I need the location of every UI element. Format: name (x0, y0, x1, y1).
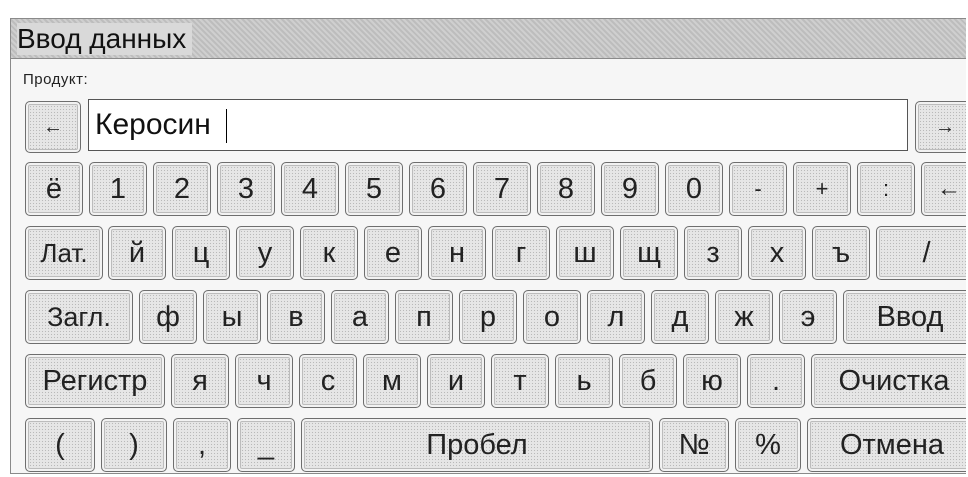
key-6[interactable]: 6 (409, 162, 467, 216)
cursor-right-button[interactable]: → (915, 101, 966, 153)
key-soft-sign[interactable]: ь (555, 354, 613, 408)
caps-button[interactable]: Загл. (25, 290, 133, 344)
space-button[interactable]: Пробел (301, 418, 653, 472)
key-comma[interactable]: , (173, 418, 231, 472)
cursor-left-button[interactable]: ← (25, 101, 81, 153)
key-g[interactable]: г (492, 226, 550, 280)
cancel-button[interactable]: Отмена (807, 418, 966, 472)
key-ye[interactable]: е (364, 226, 422, 280)
key-a[interactable]: а (331, 290, 389, 344)
key-yo[interactable]: ё (25, 162, 83, 216)
key-b[interactable]: б (619, 354, 677, 408)
clear-button[interactable]: Очистка (811, 354, 966, 408)
key-minus[interactable]: - (729, 162, 787, 216)
window-title: Ввод данных (17, 23, 193, 55)
key-s[interactable]: с (299, 354, 357, 408)
key-hard-sign[interactable]: ъ (812, 226, 870, 280)
key-2[interactable]: 2 (153, 162, 211, 216)
backspace-arrow-icon: ← (937, 175, 961, 202)
key-4[interactable]: 4 (281, 162, 339, 216)
key-sh[interactable]: ш (556, 226, 614, 280)
key-5[interactable]: 5 (345, 162, 403, 216)
shift-button[interactable]: Регистр (25, 354, 165, 408)
key-v[interactable]: в (267, 290, 325, 344)
key-8[interactable]: 8 (537, 162, 595, 216)
key-7[interactable]: 7 (473, 162, 531, 216)
key-ts[interactable]: ц (172, 226, 230, 280)
key-1[interactable]: 1 (89, 162, 147, 216)
key-kh[interactable]: х (748, 226, 806, 280)
key-m[interactable]: м (363, 354, 421, 408)
key-shch[interactable]: щ (620, 226, 678, 280)
key-f[interactable]: ф (139, 290, 197, 344)
key-ya[interactable]: я (171, 354, 229, 408)
key-d[interactable]: д (651, 290, 709, 344)
data-entry-window: Ввод данных Продукт: ← → ё 1 2 3 4 5 6 7… (10, 18, 966, 474)
key-ch[interactable]: ч (235, 354, 293, 408)
key-yu[interactable]: ю (683, 354, 741, 408)
backspace-button[interactable]: ← (921, 162, 966, 216)
latin-layout-button[interactable]: Лат. (25, 226, 103, 280)
key-u[interactable]: у (236, 226, 294, 280)
key-plus[interactable]: + (793, 162, 851, 216)
key-i-short[interactable]: й (108, 226, 166, 280)
key-9[interactable]: 9 (601, 162, 659, 216)
key-3[interactable]: 3 (217, 162, 275, 216)
key-p[interactable]: п (395, 290, 453, 344)
key-numero[interactable]: № (659, 418, 729, 472)
key-o[interactable]: о (523, 290, 581, 344)
arrow-left-icon: ← (43, 115, 63, 138)
product-input[interactable] (88, 99, 908, 151)
enter-button[interactable]: Ввод (843, 290, 966, 344)
key-y[interactable]: ы (203, 290, 261, 344)
key-0[interactable]: 0 (665, 162, 723, 216)
text-caret (226, 109, 227, 143)
arrow-right-icon: → (935, 115, 955, 138)
key-zh[interactable]: ж (715, 290, 773, 344)
key-i[interactable]: и (427, 354, 485, 408)
key-t[interactable]: т (491, 354, 549, 408)
key-underscore[interactable]: _ (237, 418, 295, 472)
key-colon[interactable]: : (857, 162, 915, 216)
key-slash[interactable]: / (876, 226, 966, 280)
key-open-paren[interactable]: ( (25, 418, 95, 472)
product-field-label: Продукт: (23, 71, 89, 88)
key-k[interactable]: к (300, 226, 358, 280)
key-e[interactable]: э (779, 290, 837, 344)
key-percent[interactable]: % (735, 418, 801, 472)
key-r[interactable]: р (459, 290, 517, 344)
key-z[interactable]: з (684, 226, 742, 280)
key-period[interactable]: . (747, 354, 805, 408)
key-close-paren[interactable]: ) (101, 418, 167, 472)
title-bar: Ввод данных (11, 19, 966, 59)
key-n[interactable]: н (428, 226, 486, 280)
key-l[interactable]: л (587, 290, 645, 344)
